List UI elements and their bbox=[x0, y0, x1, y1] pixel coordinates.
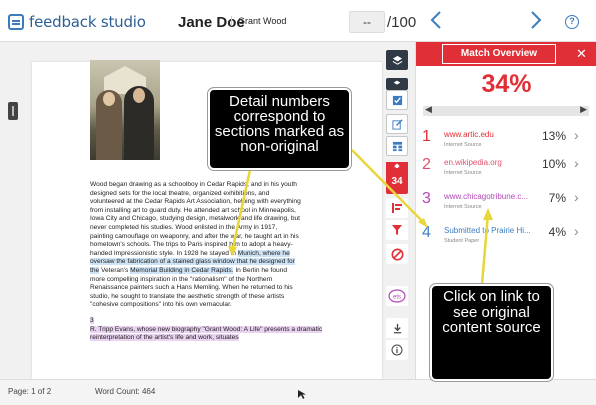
american-gothic-image bbox=[90, 60, 160, 160]
help-icon[interactable]: ? bbox=[565, 15, 579, 29]
side-panel-handle[interactable] bbox=[8, 102, 18, 120]
match-percent: 10% bbox=[541, 157, 566, 171]
document-citation: 3 R. Tripp Evans, whose new biography "G… bbox=[90, 317, 340, 343]
feedback-studio-icon bbox=[8, 14, 24, 30]
text-segment: Veteran's bbox=[99, 266, 131, 274]
match-source-type: Student Paper bbox=[444, 238, 480, 244]
match-number: 1 bbox=[422, 128, 431, 145]
panel-title: Match Overview bbox=[442, 44, 556, 64]
word-count: Word Count: 464 bbox=[95, 387, 156, 396]
grade-input[interactable]: -- bbox=[349, 11, 385, 33]
match-number: 2 bbox=[422, 156, 431, 173]
chevron-right-icon[interactable] bbox=[530, 10, 542, 36]
chevron-right-icon[interactable]: › bbox=[574, 155, 579, 171]
match-highlight-4[interactable]: Memorial Building in Cedar Rapids. bbox=[130, 266, 234, 274]
edit-icon[interactable] bbox=[386, 114, 408, 134]
match-highlight-3[interactable]: R. Tripp Evans, whose new biography "Gra… bbox=[90, 325, 323, 342]
total-similarity-percent: 34% bbox=[481, 70, 532, 98]
download-icon[interactable] bbox=[386, 318, 408, 338]
tutorial-callout: Detail numbers correspond to sections ma… bbox=[208, 88, 351, 170]
similarity-score-button[interactable]: 34 bbox=[386, 168, 408, 194]
horizontal-scrollbar[interactable]: ◀ ▶ bbox=[423, 104, 589, 116]
close-icon[interactable]: ✕ bbox=[576, 46, 587, 62]
panel-header: Match Overview ✕ bbox=[416, 42, 596, 66]
text-segment: Wood began drawing as a schoolboy in Ced… bbox=[90, 181, 301, 257]
match-number: 4 bbox=[422, 224, 431, 241]
chevron-right-icon[interactable]: › bbox=[574, 223, 579, 239]
filter-icon[interactable] bbox=[386, 220, 408, 240]
chevron-left-icon[interactable] bbox=[430, 10, 442, 36]
top-bar: feedback studio Jane Doe Grant Wood -- /… bbox=[0, 0, 596, 42]
page-indicator: Page: 1 of 2 bbox=[8, 387, 52, 396]
match-marker[interactable]: 3 bbox=[90, 317, 94, 324]
match-source-link[interactable]: www.artic.edu bbox=[444, 130, 532, 139]
scroll-left-icon[interactable]: ◀ bbox=[425, 104, 432, 115]
logo-text: feedback studio bbox=[29, 13, 146, 31]
match-number: 3 bbox=[422, 190, 431, 207]
info-icon[interactable] bbox=[386, 340, 408, 360]
assignment-name: Grant Wood bbox=[231, 16, 286, 26]
match-source-link[interactable]: www.chicagotribune.c... bbox=[444, 192, 532, 201]
layers-icon[interactable] bbox=[386, 78, 408, 90]
match-percent: 13% bbox=[541, 129, 566, 143]
document-paragraph: Wood began drawing as a schoolboy in Ced… bbox=[90, 181, 302, 310]
match-source-type: Internet Source bbox=[444, 170, 482, 176]
match-source-link[interactable]: Submitted to Prairie Hi... bbox=[444, 226, 532, 235]
match-source-type: Internet Source bbox=[444, 142, 482, 148]
scroll-right-icon[interactable]: ▶ bbox=[580, 104, 587, 115]
grid-icon[interactable] bbox=[386, 136, 408, 156]
exclude-icon[interactable] bbox=[386, 244, 408, 264]
side-toolbar: ◆ 34 ets bbox=[383, 50, 411, 370]
match-row[interactable]: 3 www.chicagotribune.c... Internet Sourc… bbox=[416, 184, 596, 218]
tutorial-callout: Click on link to see original content so… bbox=[430, 284, 553, 381]
chevron-right-icon[interactable]: › bbox=[574, 127, 579, 143]
checkmark-icon[interactable] bbox=[386, 90, 408, 110]
ets-icon[interactable]: ets bbox=[386, 286, 408, 306]
layers-icon[interactable] bbox=[386, 50, 408, 70]
svg-text:ets: ets bbox=[393, 295, 401, 301]
feedback-studio-logo: feedback studio bbox=[8, 13, 146, 31]
match-row[interactable]: 4 Submitted to Prairie Hi... Student Pap… bbox=[416, 218, 596, 252]
match-row[interactable]: 2 en.wikipedia.org Internet Source 10% › bbox=[416, 150, 596, 184]
match-percent: 7% bbox=[548, 191, 566, 205]
chevron-right-icon[interactable]: › bbox=[574, 189, 579, 205]
match-percent: 4% bbox=[548, 225, 566, 239]
grade-total: /100 bbox=[387, 14, 417, 31]
status-bar: Page: 1 of 2 Word Count: 464 bbox=[0, 379, 596, 405]
match-source-link[interactable]: en.wikipedia.org bbox=[444, 158, 532, 167]
match-source-type: Internet Source bbox=[444, 204, 482, 210]
flag-icon[interactable] bbox=[386, 198, 408, 218]
